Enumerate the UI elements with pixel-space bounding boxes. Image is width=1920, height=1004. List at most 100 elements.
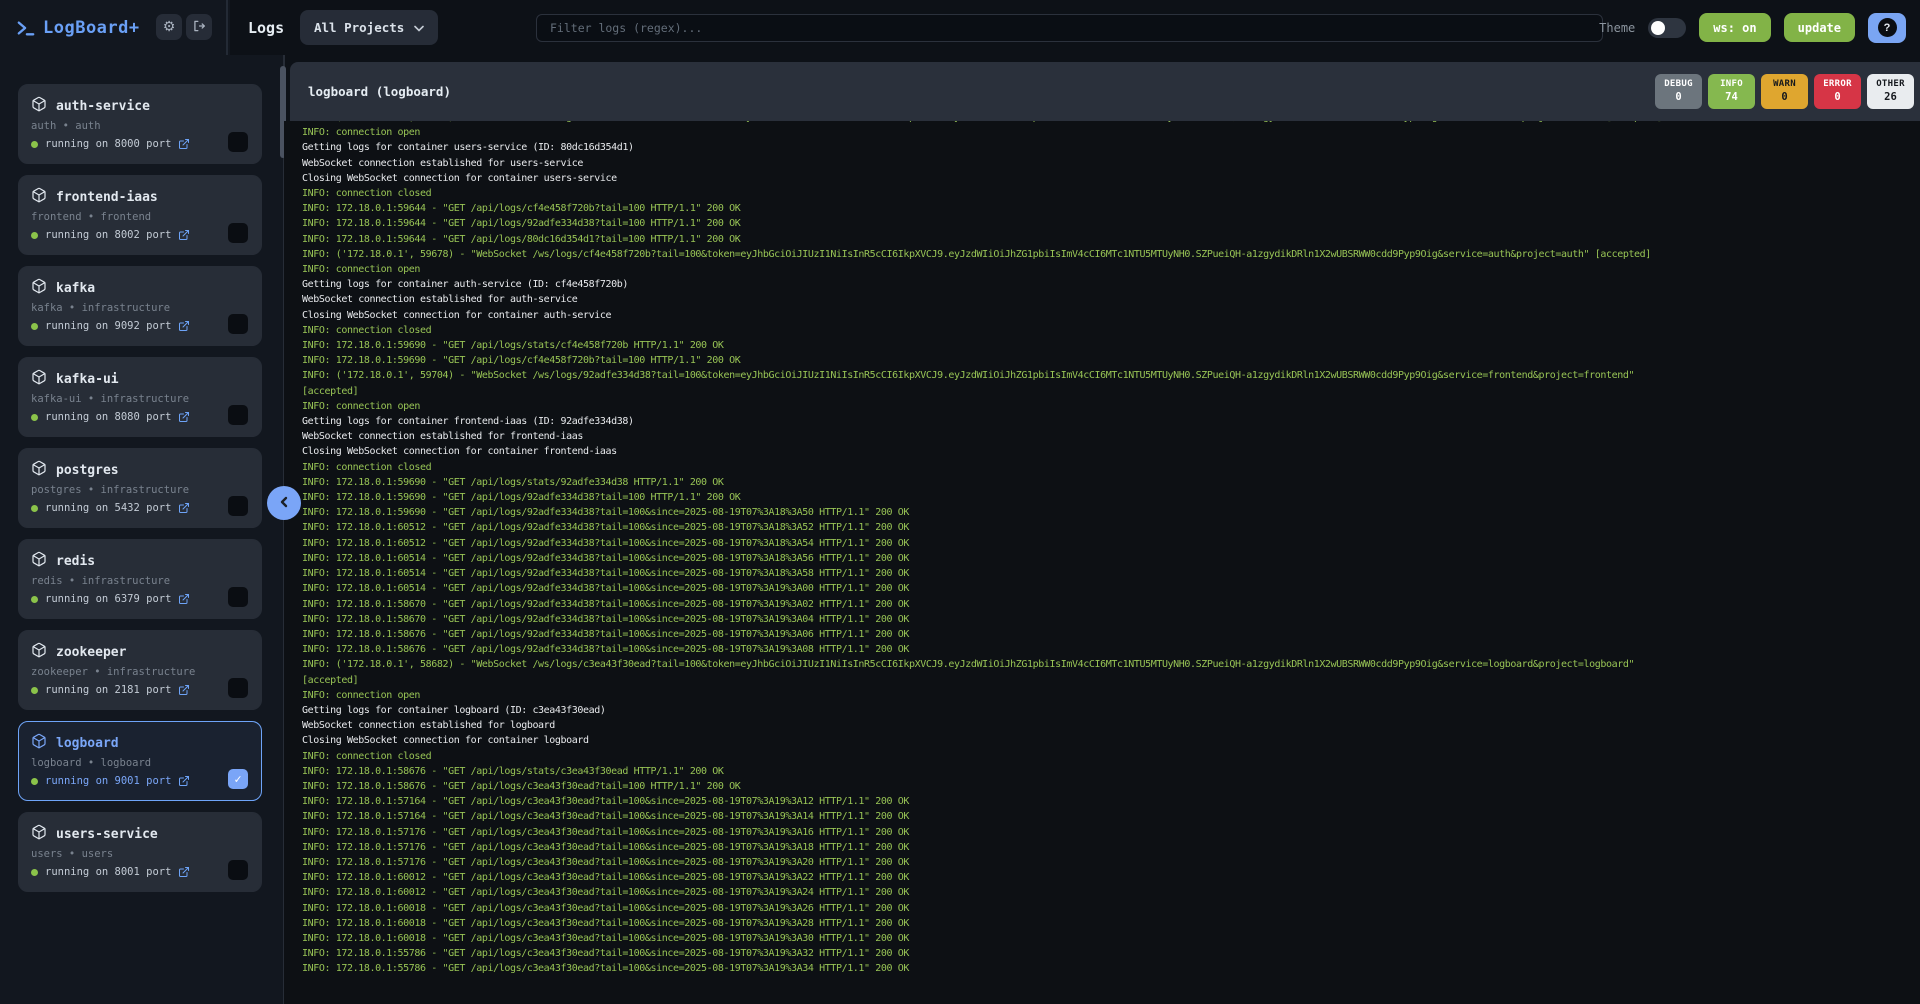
service-card[interactable]: auth-service auth • auth running on 8000… [18, 84, 262, 164]
badge-label: WARN [1773, 79, 1796, 90]
service-checkbox[interactable] [228, 587, 248, 607]
log-level-badge: DEBUG 0 [1655, 74, 1702, 109]
service-checkbox[interactable] [228, 223, 248, 243]
service-meta: logboard • logboard [31, 757, 249, 769]
log-line: Closing WebSocket connection for contain… [302, 308, 1920, 323]
update-button[interactable]: update [1784, 13, 1855, 42]
log-line: INFO: 172.18.0.1:58676 - "GET /api/logs/… [302, 779, 1920, 794]
log-line: INFO: ('172.18.0.1', 59678) - "WebSocket… [302, 247, 1920, 262]
service-checkbox[interactable] [228, 678, 248, 698]
service-card[interactable]: zookeeper zookeeper • infrastructure run… [18, 630, 262, 710]
log-level-badge: ERROR 0 [1814, 74, 1861, 109]
service-card[interactable]: redis redis • infrastructure running on … [18, 539, 262, 619]
log-line: WebSocket connection established for aut… [302, 292, 1920, 307]
external-link-icon[interactable] [178, 684, 190, 696]
package-icon [31, 278, 47, 298]
log-line: WebSocket connection established for use… [302, 156, 1920, 171]
service-card[interactable]: users-service users • users running on 8… [18, 812, 262, 892]
log-line: INFO: connection open [302, 399, 1920, 414]
service-card[interactable]: frontend-iaas frontend • frontend runnin… [18, 175, 262, 255]
package-icon [31, 460, 47, 480]
external-link-icon[interactable] [178, 593, 190, 605]
log-line: INFO: connection open [302, 688, 1920, 703]
log-line: INFO: 172.18.0.1:58670 - "GET /api/logs/… [302, 612, 1920, 627]
service-status: running on 8080 port [31, 411, 249, 423]
log-line: WebSocket connection established for fro… [302, 429, 1920, 444]
log-level-badge: INFO 74 [1708, 74, 1755, 109]
log-line: INFO: 172.18.0.1:60018 - "GET /api/logs/… [302, 901, 1920, 916]
sidebar-collapse-button[interactable] [267, 486, 301, 520]
service-checkbox[interactable] [228, 496, 248, 516]
log-line: Closing WebSocket connection for contain… [302, 444, 1920, 459]
service-name: postgres [56, 463, 119, 478]
service-status: running on 8001 port [31, 866, 249, 878]
log-filter-input[interactable] [536, 14, 1603, 42]
service-status-text: running on 8000 port [45, 138, 171, 150]
service-checkbox[interactable] [228, 132, 248, 152]
log-line: INFO: 172.18.0.1:59644 - "GET /api/logs/… [302, 232, 1920, 247]
service-status: running on 8002 port [31, 229, 249, 241]
service-card[interactable]: logboard logboard • logboard running on … [18, 721, 262, 801]
logout-icon [192, 19, 206, 36]
log-line: Closing WebSocket connection for contain… [302, 171, 1920, 186]
status-dot-icon [31, 869, 38, 876]
status-dot-icon [31, 414, 38, 421]
log-line: Getting logs for container frontend-iaas… [302, 414, 1920, 429]
package-icon [31, 187, 47, 207]
service-checkbox[interactable] [228, 314, 248, 334]
log-line: INFO: connection open [302, 125, 1920, 140]
top-bar: LogBoard+ ⚙ Logs All Projects Theme ws: … [0, 0, 1920, 55]
project-filter-dropdown[interactable]: All Projects [300, 10, 438, 45]
log-line: INFO: 172.18.0.1:59644 - "GET /api/logs/… [302, 216, 1920, 231]
package-icon [31, 733, 47, 753]
service-checkbox[interactable] [228, 769, 248, 789]
external-link-icon[interactable] [178, 866, 190, 878]
log-line: INFO: 172.18.0.1:60018 - "GET /api/logs/… [302, 916, 1920, 931]
log-line: Getting logs for container auth-service … [302, 277, 1920, 292]
status-dot-icon [31, 232, 38, 239]
badge-label: DEBUG [1664, 79, 1693, 90]
gear-icon: ⚙ [163, 20, 176, 34]
external-link-icon[interactable] [178, 138, 190, 150]
log-line: INFO: 172.18.0.1:55786 - "GET /api/logs/… [302, 961, 1920, 976]
external-link-icon[interactable] [178, 229, 190, 241]
page-title: Logs [248, 19, 284, 37]
theme-label: Theme [1599, 21, 1635, 35]
service-name: kafka-ui [56, 372, 119, 387]
service-status: running on 9001 port [31, 775, 249, 787]
log-panel-header: logboard (logboard) DEBUG 0 INFO 74 WARN… [290, 62, 1920, 121]
logout-button[interactable] [186, 14, 212, 40]
topbar-controls: Theme ws: on update ? [1599, 0, 1906, 55]
service-checkbox[interactable] [228, 860, 248, 880]
external-link-icon[interactable] [178, 320, 190, 332]
service-status-text: running on 8001 port [45, 866, 171, 878]
log-line: INFO: ('172.18.0.1', 59704) - "WebSocket… [302, 368, 1920, 383]
service-status-text: running on 5432 port [45, 502, 171, 514]
log-level-badge: WARN 0 [1761, 74, 1808, 109]
theme-toggle[interactable] [1648, 18, 1686, 38]
service-card[interactable]: kafka-ui kafka-ui • infrastructure runni… [18, 357, 262, 437]
service-checkbox[interactable] [228, 405, 248, 425]
service-card[interactable]: postgres postgres • infrastructure runni… [18, 448, 262, 528]
log-line: Getting logs for container users-service… [302, 140, 1920, 155]
external-link-icon[interactable] [178, 775, 190, 787]
service-meta: auth • auth [31, 120, 249, 132]
package-icon [31, 96, 47, 116]
service-card[interactable]: kafka kafka • infrastructure running on … [18, 266, 262, 346]
terminal-prompt-icon [16, 19, 36, 37]
service-name: frontend-iaas [56, 190, 158, 205]
log-line: INFO: 172.18.0.1:58676 - "GET /api/logs/… [302, 642, 1920, 657]
help-button[interactable]: ? [1868, 13, 1906, 43]
badge-label: INFO [1720, 79, 1743, 90]
service-status-text: running on 8080 port [45, 411, 171, 423]
badge-count: 0 [1781, 91, 1787, 104]
settings-button[interactable]: ⚙ [156, 14, 182, 40]
topbar-brand-section: LogBoard+ ⚙ [0, 0, 228, 55]
external-link-icon[interactable] [178, 502, 190, 514]
service-status-text: running on 8002 port [45, 229, 171, 241]
log-stream[interactable]: INFO: ('172.18.0.1', 59640) - "WebSocket… [284, 121, 1920, 1004]
log-line: INFO: 172.18.0.1:57176 - "GET /api/logs/… [302, 840, 1920, 855]
log-line: INFO: connection closed [302, 186, 1920, 201]
external-link-icon[interactable] [178, 411, 190, 423]
package-icon [31, 642, 47, 662]
